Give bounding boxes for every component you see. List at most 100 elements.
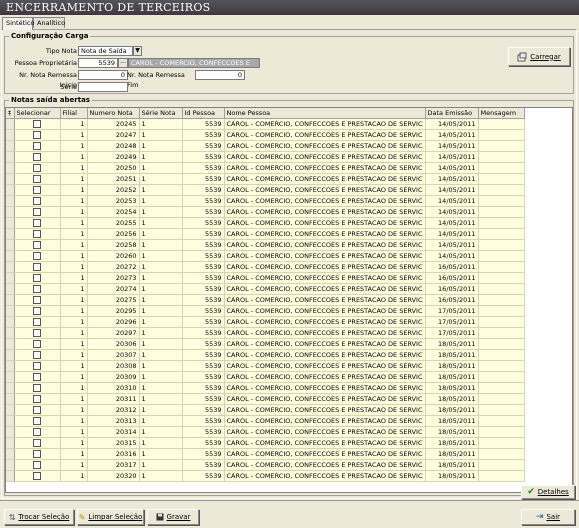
select-checkbox[interactable] bbox=[14, 316, 61, 328]
table-row[interactable]: 1 20275 1 5539 CAROL - COMERCIO, CONFECCOES … bbox=[6, 294, 525, 306]
select-checkbox[interactable] bbox=[14, 305, 61, 317]
checkbox[interactable] bbox=[33, 339, 41, 348]
checkbox[interactable] bbox=[33, 207, 41, 216]
trocar-selecao-button[interactable]: ⇅ Trocar Seleção bbox=[4, 509, 74, 525]
table-row[interactable]: 1 20296 1 5539 CAROL - COMERCIO, CONFECCOES … bbox=[6, 316, 525, 328]
table-row[interactable]: 1 20256 1 5539 CAROL - COMERCIO, CONFECCOES … bbox=[6, 228, 525, 240]
table-row[interactable]: 1 20306 1 5539 CAROL - COMERCIO, CONFECCOES … bbox=[6, 338, 525, 350]
checkbox[interactable] bbox=[33, 383, 41, 392]
select-checkbox[interactable] bbox=[14, 151, 61, 163]
select-checkbox[interactable] bbox=[14, 382, 61, 394]
select-checkbox[interactable] bbox=[14, 162, 61, 174]
table-row[interactable]: 1 20310 1 5539 CAROL - COMERCIO, CONFECCOES … bbox=[6, 382, 525, 394]
table-row[interactable]: 1 20260 1 5539 CAROL - COMERCIO, CONFECCOES … bbox=[6, 250, 525, 262]
limpar-selecao-button[interactable]: ✎ Limpar Seleção bbox=[77, 509, 144, 525]
sair-button[interactable]: ⇥ Sair bbox=[521, 509, 575, 525]
checkbox[interactable] bbox=[33, 185, 41, 194]
notas-grid[interactable]: ‡ Selecionar Filial Numero Nota Série No… bbox=[5, 107, 573, 493]
checkbox[interactable] bbox=[33, 295, 41, 304]
checkbox[interactable] bbox=[33, 405, 41, 414]
select-checkbox[interactable] bbox=[14, 195, 61, 207]
tab-sintetico[interactable]: Sintético bbox=[2, 17, 35, 30]
select-checkbox[interactable] bbox=[14, 239, 61, 251]
col-header-nome[interactable]: Nome Pessoa bbox=[224, 108, 426, 119]
checkbox[interactable] bbox=[33, 273, 41, 282]
checkbox[interactable] bbox=[33, 119, 41, 128]
select-checkbox[interactable] bbox=[14, 129, 61, 141]
table-row[interactable]: 1 20311 1 5539 CAROL - COMERCIO, CONFECCOES … bbox=[6, 393, 525, 405]
table-row[interactable]: 1 20314 1 5539 CAROL - COMERCIO, CONFECCOES … bbox=[6, 426, 525, 438]
checkbox[interactable] bbox=[33, 372, 41, 381]
table-row[interactable]: 1 20250 1 5539 CAROL - COMERCIO, CONFECCOES … bbox=[6, 162, 525, 174]
checkbox[interactable] bbox=[33, 460, 41, 469]
lookup-button[interactable]: ... bbox=[118, 58, 128, 68]
select-checkbox[interactable] bbox=[14, 283, 61, 295]
table-row[interactable]: 1 20254 1 5539 CAROL - COMERCIO, CONFECCOES … bbox=[6, 206, 525, 218]
table-row[interactable]: 1 20252 1 5539 CAROL - COMERCIO, CONFECCOES … bbox=[6, 184, 525, 196]
checkbox[interactable] bbox=[33, 361, 41, 370]
checkbox[interactable] bbox=[33, 174, 41, 183]
checkbox[interactable] bbox=[33, 306, 41, 315]
checkbox[interactable] bbox=[33, 416, 41, 425]
carregar-button[interactable]: Carregar bbox=[508, 47, 570, 66]
select-checkbox[interactable] bbox=[14, 228, 61, 240]
col-header-serie[interactable]: Série Nota bbox=[139, 108, 183, 119]
checkbox[interactable] bbox=[33, 152, 41, 161]
table-row[interactable]: 1 20316 1 5539 CAROL - COMERCIO, CONFECCOES … bbox=[6, 448, 525, 460]
col-header-filial[interactable]: Filial bbox=[60, 108, 88, 119]
checkbox[interactable] bbox=[33, 394, 41, 403]
checkbox[interactable] bbox=[33, 284, 41, 293]
table-row[interactable]: 1 20249 1 5539 CAROL - COMERCIO, CONFECCOES … bbox=[6, 151, 525, 163]
select-checkbox[interactable] bbox=[14, 437, 61, 449]
select-checkbox[interactable] bbox=[14, 327, 61, 339]
select-checkbox[interactable] bbox=[14, 470, 61, 482]
table-row[interactable]: 1 20258 1 5539 CAROL - COMERCIO, CONFECCOES … bbox=[6, 239, 525, 251]
gravar-button[interactable]: Gravar bbox=[147, 509, 199, 525]
table-row[interactable]: 1 20313 1 5539 CAROL - COMERCIO, CONFECCOES … bbox=[6, 415, 525, 427]
select-checkbox[interactable] bbox=[14, 294, 61, 306]
select-checkbox[interactable] bbox=[14, 206, 61, 218]
checkbox[interactable] bbox=[33, 218, 41, 227]
checkbox[interactable] bbox=[33, 240, 41, 249]
nr-fim-field[interactable]: 0 bbox=[195, 70, 245, 80]
select-checkbox[interactable] bbox=[14, 272, 61, 284]
table-row[interactable]: 1 20297 1 5539 CAROL - COMERCIO, CONFECCOES … bbox=[6, 327, 525, 339]
tipo-nota-select[interactable]: Nota de Saída bbox=[78, 46, 133, 56]
table-row[interactable]: 1 20312 1 5539 CAROL - COMERCIO, CONFECCOES … bbox=[6, 404, 525, 416]
table-row[interactable]: 1 20245 1 5539 CAROL - COMERCIO, CONFECCOES … bbox=[6, 118, 525, 130]
table-row[interactable]: 1 20320 1 5539 CAROL - COMERCIO, CONFECCOES … bbox=[6, 470, 525, 482]
select-checkbox[interactable] bbox=[14, 184, 61, 196]
checkbox[interactable] bbox=[33, 163, 41, 172]
select-checkbox[interactable] bbox=[14, 404, 61, 416]
select-checkbox[interactable] bbox=[14, 349, 61, 361]
chevron-down-icon[interactable]: ▼ bbox=[133, 46, 142, 56]
table-row[interactable]: 1 20255 1 5539 CAROL - COMERCIO, CONFECCOES … bbox=[6, 217, 525, 229]
table-row[interactable]: 1 20295 1 5539 CAROL - COMERCIO, CONFECCOES … bbox=[6, 305, 525, 317]
checkbox[interactable] bbox=[33, 350, 41, 359]
checkbox[interactable] bbox=[33, 471, 41, 480]
select-checkbox[interactable] bbox=[14, 217, 61, 229]
select-checkbox[interactable] bbox=[14, 426, 61, 438]
col-header-numero[interactable]: Numero Nota bbox=[87, 108, 140, 119]
select-checkbox[interactable] bbox=[14, 360, 61, 372]
table-row[interactable]: 1 20309 1 5539 CAROL - COMERCIO, CONFECCOES … bbox=[6, 371, 525, 383]
checkbox[interactable] bbox=[33, 438, 41, 447]
table-row[interactable]: 1 20308 1 5539 CAROL - COMERCIO, CONFECCOES … bbox=[6, 360, 525, 372]
nr-inicio-field[interactable]: 0 bbox=[78, 70, 128, 80]
table-row[interactable]: 1 20272 1 5539 CAROL - COMERCIO, CONFECCOES … bbox=[6, 261, 525, 273]
table-row[interactable]: 1 20248 1 5539 CAROL - COMERCIO, CONFECCOES … bbox=[6, 140, 525, 152]
col-header-data[interactable]: Data Emissão bbox=[425, 108, 479, 119]
pessoa-id-field[interactable]: 5539 bbox=[78, 58, 118, 68]
serie-field[interactable] bbox=[78, 82, 128, 92]
select-checkbox[interactable] bbox=[14, 415, 61, 427]
checkbox[interactable] bbox=[33, 317, 41, 326]
checkbox[interactable] bbox=[33, 449, 41, 458]
table-row[interactable]: 1 20273 1 5539 CAROL - COMERCIO, CONFECCOES … bbox=[6, 272, 525, 284]
select-checkbox[interactable] bbox=[14, 261, 61, 273]
tab-analitico[interactable]: Analítico bbox=[33, 17, 65, 28]
select-checkbox[interactable] bbox=[14, 140, 61, 152]
checkbox[interactable] bbox=[33, 229, 41, 238]
detalhes-button[interactable]: ✔ Detalhes bbox=[521, 485, 575, 499]
select-checkbox[interactable] bbox=[14, 459, 61, 471]
table-row[interactable]: 1 20251 1 5539 CAROL - COMERCIO, CONFECCOES … bbox=[6, 173, 525, 185]
